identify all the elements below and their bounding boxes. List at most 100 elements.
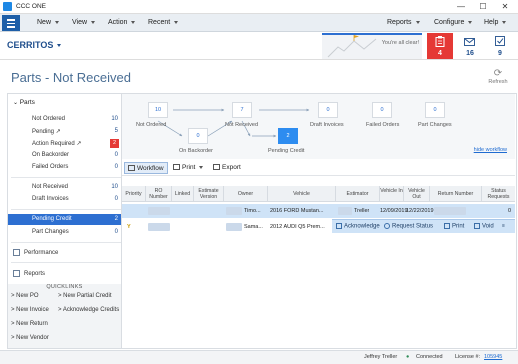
table-row[interactable]: Timo... 2016 FORD Mustan... Treller 12/0… xyxy=(122,204,515,218)
quicklink-new-po[interactable]: > New PO xyxy=(11,293,39,299)
sidebar-item-action-required[interactable]: Action Required ↗ 2 xyxy=(8,138,121,149)
workflow-label: Pending Credit xyxy=(268,148,305,154)
minimize-button[interactable]: — xyxy=(450,0,472,14)
owner-cell: Sama... xyxy=(244,224,263,230)
quicklink-new-return[interactable]: > New Return xyxy=(11,321,48,327)
export-button[interactable]: Export xyxy=(210,162,244,174)
clipboard-icon xyxy=(435,36,445,47)
app-logo-icon xyxy=(3,2,12,11)
maximize-button[interactable]: ☐ xyxy=(472,0,494,14)
sidebar-item-failed-orders[interactable]: Failed Orders 0 xyxy=(8,162,121,173)
redacted-owner xyxy=(226,207,242,215)
sidebar-item-not-received[interactable]: Not Received 10 xyxy=(8,182,121,193)
chevron-down-icon xyxy=(91,20,96,24)
alerts-button[interactable]: 4 xyxy=(427,33,453,59)
row-print-button[interactable]: Print xyxy=(444,223,464,230)
menu-reports[interactable]: Reports xyxy=(387,14,420,32)
messages-count: 16 xyxy=(466,50,474,57)
column-header[interactable]: RO Number xyxy=(146,186,172,202)
sidebar-item-count: 10 xyxy=(111,184,118,190)
quicklink-new-vendor[interactable]: > New Vendor xyxy=(11,335,49,341)
menu-new[interactable]: New xyxy=(37,14,60,32)
sidebar-item-badge: 2 xyxy=(110,139,119,148)
parts-section-toggle[interactable]: ⌄ Parts xyxy=(13,99,35,106)
sidebar-item-label: Pending ↗ xyxy=(32,129,61,135)
tasks-button[interactable]: 9 xyxy=(486,33,514,59)
column-header[interactable]: Linked xyxy=(172,186,194,202)
print-button[interactable]: Print xyxy=(170,162,206,174)
menu-action-label: Action xyxy=(108,19,128,26)
quicklink-new-partial-credit[interactable]: > New Partial Credit xyxy=(58,293,112,299)
sidebar-item-part-changes[interactable]: Part Changes 0 xyxy=(8,227,121,238)
workflow-node-on-backorder[interactable]: 0 xyxy=(188,128,208,144)
quicklink-label: New Invoice xyxy=(16,307,49,313)
menu-view[interactable]: View xyxy=(72,14,96,32)
menu-action[interactable]: Action xyxy=(108,14,136,32)
chevron-down-icon xyxy=(57,44,62,48)
sidebar-link-label: Reports xyxy=(24,271,46,278)
workflow-node-not-received[interactable]: 7 xyxy=(232,102,252,118)
menu-configure[interactable]: Configure xyxy=(434,14,473,32)
void-icon xyxy=(474,223,480,229)
chevron-down-icon xyxy=(174,20,179,24)
workflow-node-draft-invoices[interactable]: 0 xyxy=(318,102,338,118)
redacted-return-number xyxy=(434,207,466,215)
divider xyxy=(11,177,121,178)
acknowledge-icon xyxy=(336,223,342,229)
column-header[interactable]: Vehicle In xyxy=(380,186,404,202)
page-title: Parts - Not Received xyxy=(11,70,131,85)
workflow-node-part-changes[interactable]: 0 xyxy=(425,102,445,118)
chevron-down-icon xyxy=(415,20,420,24)
sidebar-item-label: Not Received xyxy=(32,184,69,190)
workflow-node-pending-credit[interactable]: 2 xyxy=(278,128,298,144)
column-header[interactable]: Estimate Version xyxy=(194,186,224,202)
refresh-button[interactable]: ⟳ Refresh xyxy=(486,68,510,85)
owner-cell: Timo... xyxy=(244,208,261,214)
acknowledge-button[interactable]: Acknowledge xyxy=(336,223,380,230)
priority-flag-icon: Y xyxy=(127,224,131,230)
license-number-link[interactable]: 105945 xyxy=(484,354,502,360)
menu-help[interactable]: Help xyxy=(484,14,507,32)
redacted-estimator xyxy=(338,207,352,215)
quicklink-label: New PO xyxy=(16,293,39,299)
hide-workflow-link[interactable]: hide workflow xyxy=(474,147,507,153)
workflow-toggle-button[interactable]: Workflow xyxy=(124,162,168,174)
column-header[interactable]: Vehicle xyxy=(268,186,336,202)
hamburger-menu-button[interactable] xyxy=(2,15,20,31)
sidebar-item-pending-credit[interactable]: Pending Credit 2 xyxy=(8,214,121,225)
workflow-label: Draft Invoices xyxy=(310,122,344,128)
close-button[interactable]: ✕ xyxy=(494,0,516,14)
quicklink-acknowledge-credits[interactable]: > Acknowledge Credits xyxy=(58,307,119,313)
redacted-owner xyxy=(226,223,242,231)
acknowledge-label: Acknowledge xyxy=(344,223,380,230)
sidebar-item-on-backorder[interactable]: On Backorder 0 xyxy=(8,150,121,161)
quicklink-new-invoice[interactable]: > New Invoice xyxy=(11,307,49,313)
location-selector[interactable]: CERRITOS xyxy=(7,40,62,50)
sidebar-item-pending[interactable]: Pending ↗ 5 xyxy=(8,126,121,137)
request-status-button[interactable]: Request Status xyxy=(384,223,433,230)
sidebar-link-performance[interactable]: Performance xyxy=(13,249,58,256)
sidebar-item-count: 10 xyxy=(111,116,118,122)
sidebar-link-reports[interactable]: Reports xyxy=(13,270,45,277)
sidebar-item-label: Not Ordered xyxy=(32,116,66,122)
sidebar-item-label: Failed Orders xyxy=(32,164,69,170)
pin-icon[interactable]: ≡ xyxy=(502,223,505,229)
column-header[interactable]: Return Number xyxy=(430,186,482,202)
current-user: Jeffrey Treller xyxy=(364,354,398,360)
sidebar-item-draft-invoices[interactable]: Draft Invoices 0 xyxy=(8,194,121,205)
column-header[interactable]: Owner xyxy=(224,186,268,202)
sidebar-item-not-ordered[interactable]: Not Ordered 10 xyxy=(8,114,121,125)
workflow-node-failed-orders[interactable]: 0 xyxy=(372,102,392,118)
quicklink-label: Acknowledge Credits xyxy=(62,307,120,313)
menu-help-label: Help xyxy=(484,19,499,26)
messages-button[interactable]: 16 xyxy=(456,33,484,59)
workflow-node-not-ordered[interactable]: 10 xyxy=(148,102,168,118)
divider xyxy=(11,262,121,263)
column-header[interactable]: Priority xyxy=(122,186,146,202)
column-header[interactable]: Vehicle Out xyxy=(404,186,430,202)
column-header[interactable]: Estimator xyxy=(336,186,380,202)
column-header[interactable]: Status Requests xyxy=(482,186,515,202)
sidebar-item-count: 2 xyxy=(114,216,118,222)
void-button[interactable]: Void xyxy=(474,223,494,230)
menu-recent[interactable]: Recent xyxy=(148,14,179,32)
